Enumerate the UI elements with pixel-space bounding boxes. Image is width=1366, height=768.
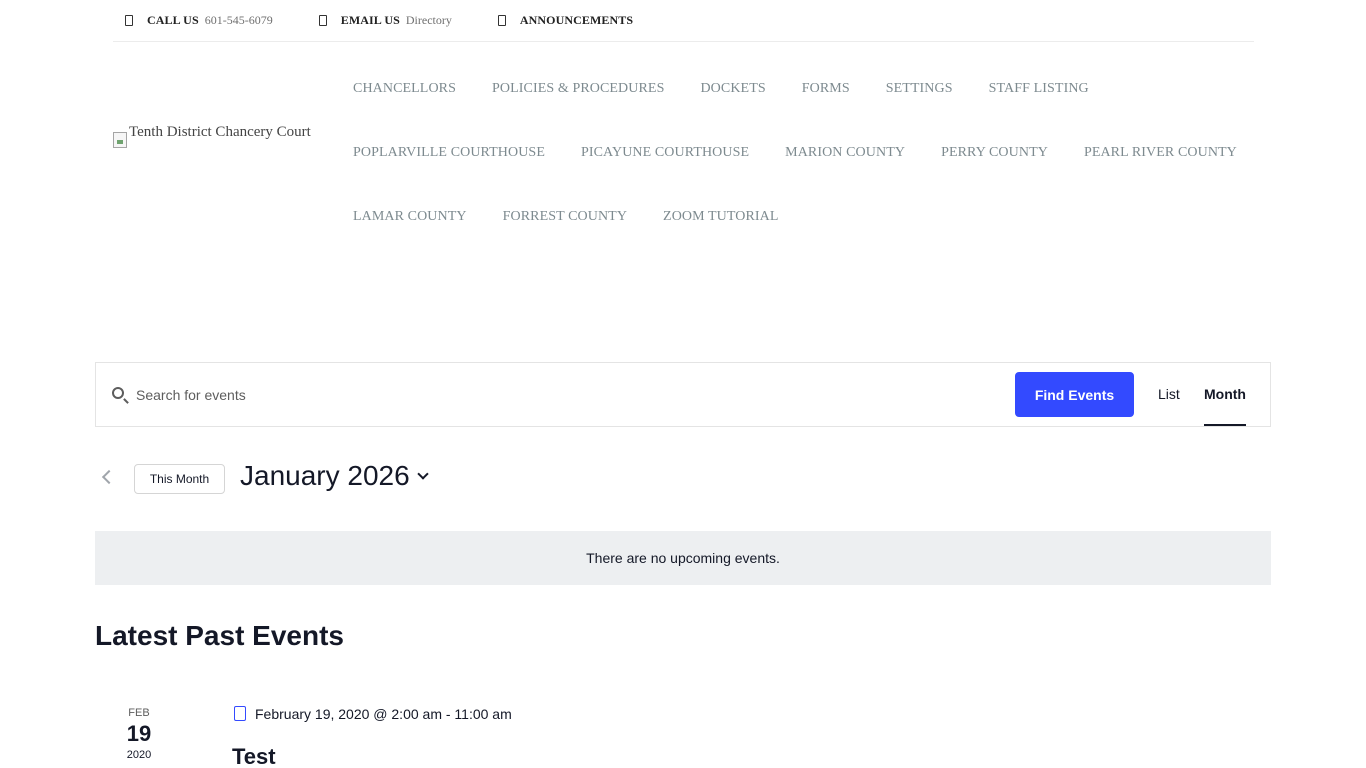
chevron-down-icon (417, 468, 429, 480)
nav-perry-county[interactable]: PERRY COUNTY (941, 145, 1048, 161)
call-us-item[interactable]: CALL US 601-545-6079 (125, 13, 273, 28)
calendar-icon (234, 705, 246, 721)
megaphone-icon (497, 15, 506, 26)
find-events-button[interactable]: Find Events (1015, 372, 1134, 417)
call-us-number[interactable]: 601-545-6079 (205, 13, 273, 28)
event-datetime: February 19, 2020 @ 2:00 am - 11:00 am (234, 705, 512, 722)
nav-dockets[interactable]: DOCKETS (700, 81, 765, 97)
nav-row-1: CHANCELLORS POLICIES & PROCEDURES DOCKET… (353, 57, 1353, 121)
event-datetime-text: February 19, 2020 @ 2:00 am - 11:00 am (255, 706, 512, 722)
nav-policies-procedures[interactable]: POLICIES & PROCEDURES (492, 81, 664, 97)
email-us-label: EMAIL US (340, 13, 400, 27)
active-view-indicator (1204, 424, 1246, 426)
nav-zoom-tutorial[interactable]: ZOOM TUTORIAL (663, 209, 779, 225)
event-title-link[interactable]: Test (232, 744, 276, 768)
previous-month-chevron-icon[interactable] (101, 469, 117, 485)
broken-image-icon (113, 132, 127, 148)
nav-picayune-courthouse[interactable]: PICAYUNE COURTHOUSE (581, 145, 749, 161)
top-info-bar: CALL US 601-545-6079 EMAIL US Directory … (113, 0, 1254, 42)
email-directory-link[interactable]: Directory (406, 13, 452, 28)
current-month-label: January 2026 (240, 460, 410, 491)
nav-chancellors[interactable]: CHANCELLORS (353, 81, 456, 97)
nav-poplarville-courthouse[interactable]: POPLARVILLE COURTHOUSE (353, 145, 545, 161)
event-date-day: 19 (126, 721, 152, 746)
notice-message: There are no upcoming events. (586, 550, 780, 566)
nav-forrest-county[interactable]: FORREST COUNTY (503, 209, 627, 225)
view-list-tab[interactable]: List (1158, 386, 1180, 402)
event-date-month: FEB (128, 707, 150, 719)
no-events-notice: There are no upcoming events. (95, 531, 1271, 585)
month-picker[interactable]: January 2026 (240, 460, 429, 492)
envelope-icon (318, 15, 327, 26)
call-us-label: CALL US (147, 13, 199, 27)
nav-row-3: LAMAR COUNTY FORREST COUNTY ZOOM TUTORIA… (353, 185, 1353, 249)
nav-forms[interactable]: FORMS (802, 81, 850, 97)
phone-icon (125, 15, 133, 26)
announcements-link[interactable]: ANNOUNCEMENTS (520, 13, 633, 28)
email-us-item[interactable]: EMAIL US Directory (318, 13, 452, 28)
view-month-tab[interactable]: Month (1204, 386, 1246, 402)
site-logo[interactable]: Tenth District Chancery Court (113, 124, 323, 148)
events-search-input[interactable] (136, 383, 996, 407)
nav-marion-county[interactable]: MARION COUNTY (785, 145, 905, 161)
logo-alt-text: Tenth District Chancery Court (129, 124, 311, 140)
event-date-tag: FEB 19 2020 (109, 706, 169, 762)
past-events-heading: Latest Past Events (95, 620, 344, 651)
main-navigation: CHANCELLORS POLICIES & PROCEDURES DOCKET… (353, 57, 1353, 249)
this-month-button[interactable]: This Month (134, 464, 225, 494)
nav-lamar-county[interactable]: LAMAR COUNTY (353, 209, 467, 225)
nav-settings[interactable]: SETTINGS (886, 81, 953, 97)
events-search-bar: Find Events List Month (95, 362, 1271, 427)
event-date-year: 2020 (126, 749, 152, 761)
announcements-item[interactable]: ANNOUNCEMENTS (497, 13, 633, 28)
search-icon (112, 387, 124, 399)
nav-row-2: POPLARVILLE COURTHOUSE PICAYUNE COURTHOU… (353, 121, 1353, 185)
nav-pearl-river-county[interactable]: PEARL RIVER COUNTY (1084, 145, 1237, 161)
nav-staff-listing[interactable]: STAFF LISTING (989, 81, 1089, 97)
